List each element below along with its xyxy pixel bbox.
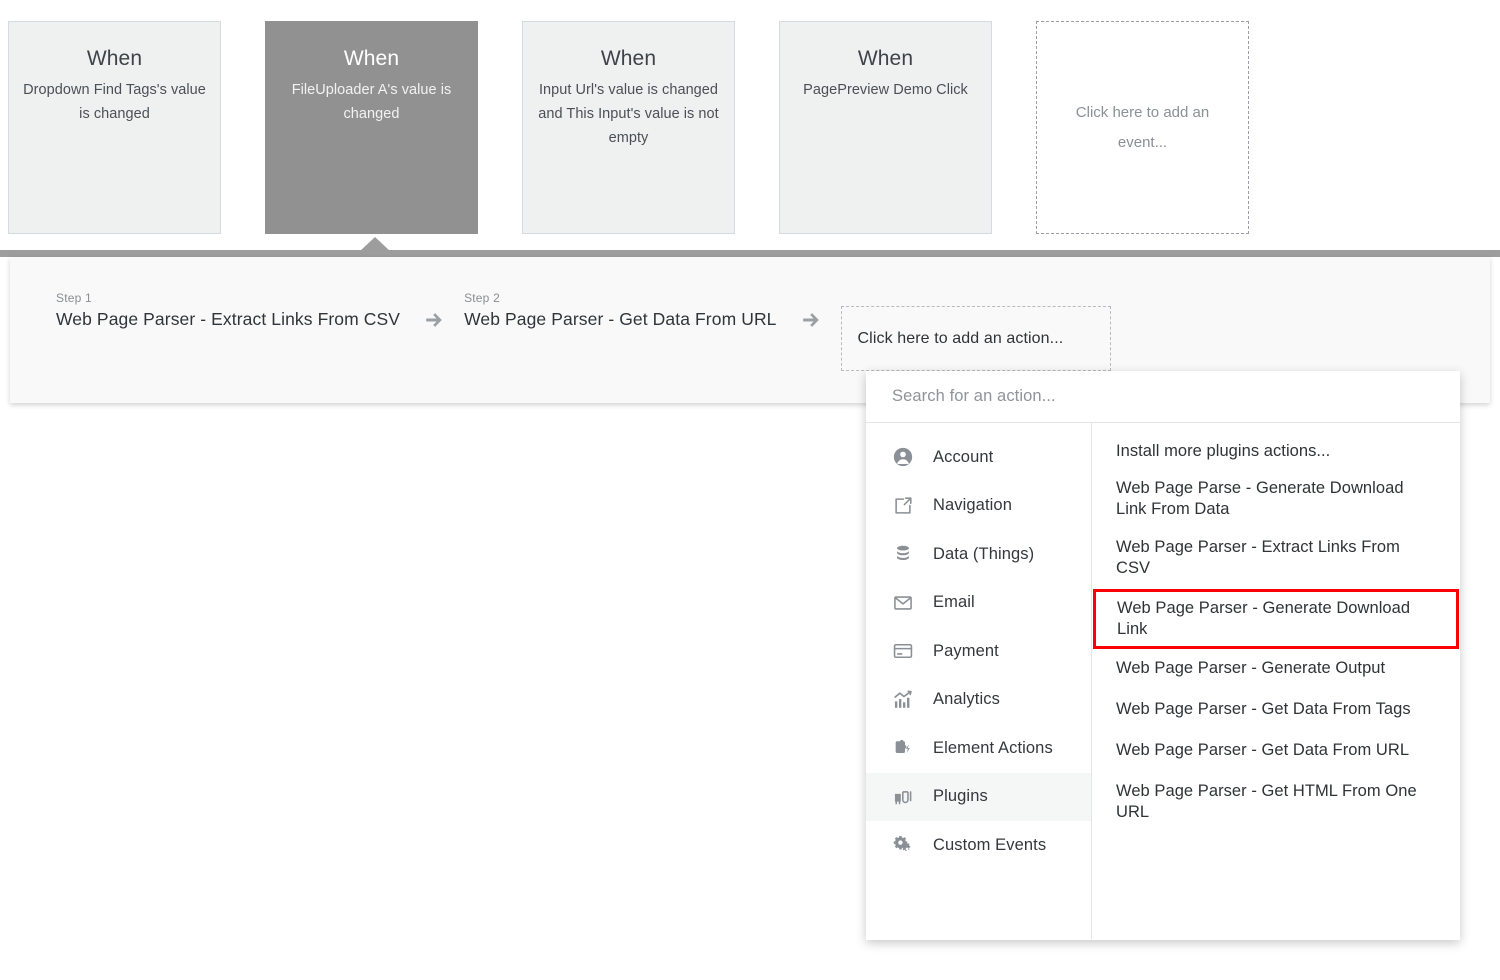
category-item-label: Navigation bbox=[933, 496, 1012, 515]
action-item[interactable]: Web Page Parser - Generate Output bbox=[1092, 649, 1460, 690]
workflow-step-2[interactable]: Step 2 Web Page Parser - Get Data From UR… bbox=[464, 290, 782, 332]
category-item-label: Payment bbox=[933, 641, 999, 660]
category-item-label: Element Actions bbox=[933, 738, 1053, 757]
category-item-element-actions[interactable]: Element Actions bbox=[866, 724, 1091, 773]
category-item-analytics[interactable]: Analytics bbox=[866, 676, 1091, 725]
event-card-2[interactable]: When FileUploader A's value is changed bbox=[265, 21, 478, 234]
action-item[interactable]: Web Page Parser - Extract Links From CSV bbox=[1092, 533, 1460, 589]
action-item-highlighted[interactable]: Web Page Parser - Generate Download Link bbox=[1093, 589, 1459, 649]
plugins-icon bbox=[891, 785, 915, 809]
action-item-label: Web Page Parser - Extract Links From CSV bbox=[1116, 538, 1400, 577]
workflow-step-label: Step 1 bbox=[56, 291, 92, 305]
event-card-1[interactable]: When Dropdown Find Tags's value is change… bbox=[8, 21, 221, 234]
category-item-label: Account bbox=[933, 447, 994, 466]
event-card-title: When bbox=[600, 47, 657, 70]
category-item-data-things[interactable]: Data (Things) bbox=[866, 530, 1091, 579]
email-icon bbox=[891, 591, 915, 615]
workflow-step-1[interactable]: Step 1 Web Page Parser - Extract Links Fr… bbox=[56, 290, 406, 332]
workflow-step-title: Web Page Parser - Get Data From URL bbox=[464, 309, 777, 329]
category-item-label: Analytics bbox=[933, 690, 1000, 709]
event-card-title: When bbox=[857, 47, 914, 70]
custom-events-icon bbox=[891, 833, 915, 857]
action-item[interactable]: Web Page Parser - Get HTML From One URL bbox=[1092, 772, 1460, 834]
category-item-navigation[interactable]: Navigation bbox=[866, 482, 1091, 531]
workflow-step-label: Step 2 bbox=[464, 291, 500, 305]
workflow-steps-strip: Step 1 Web Page Parser - Extract Links Fr… bbox=[56, 290, 1111, 371]
action-item[interactable]: Web Page Parser - Get Data From URL bbox=[1092, 731, 1460, 772]
category-item-label: Email bbox=[933, 593, 975, 612]
account-icon bbox=[891, 445, 915, 469]
navigation-icon bbox=[891, 494, 915, 518]
action-search-input[interactable] bbox=[890, 386, 1436, 407]
category-item-payment[interactable]: Payment bbox=[866, 627, 1091, 676]
action-picker-body: Account Navigation Data (Things) Email Payme… bbox=[866, 423, 1460, 939]
action-results-list: Install more plugins actions... Web Page … bbox=[1092, 423, 1460, 939]
event-card-title: When bbox=[343, 47, 400, 70]
action-search-row bbox=[866, 371, 1460, 423]
category-item-account[interactable]: Account bbox=[866, 433, 1091, 482]
payment-card-icon bbox=[891, 639, 915, 663]
event-card-description: FileUploader A's value is changed bbox=[291, 82, 452, 122]
element-actions-icon bbox=[891, 736, 915, 760]
action-item-label: Web Page Parser - Get Data From URL bbox=[1116, 741, 1410, 759]
arrow-right-icon bbox=[423, 309, 445, 331]
action-category-list: Account Navigation Data (Things) Email Payme… bbox=[866, 423, 1092, 939]
add-action-placeholder-text: Click here to add an action... bbox=[857, 329, 1064, 347]
event-card-3[interactable]: When Input Url's value is changed and Thi… bbox=[522, 21, 735, 234]
category-item-label: Custom Events bbox=[933, 835, 1047, 854]
event-card-4[interactable]: When PagePreview Demo Click bbox=[779, 21, 992, 234]
add-action-placeholder[interactable]: Click here to add an action... bbox=[840, 306, 1111, 371]
category-item-label: Plugins bbox=[933, 787, 988, 806]
database-icon bbox=[891, 542, 915, 566]
category-item-custom-events[interactable]: Custom Events bbox=[866, 821, 1091, 870]
action-item[interactable]: Install more plugins actions... bbox=[1092, 437, 1460, 474]
add-event-placeholder-text: Click here to add an event... bbox=[1075, 103, 1210, 151]
action-item-label: Web Page Parser - Generate Download Link bbox=[1117, 599, 1411, 638]
event-cards-row: When Dropdown Find Tags's value is change… bbox=[0, 0, 1500, 256]
selected-event-pointer bbox=[360, 237, 390, 251]
action-item-label: Web Page Parser - Get Data From Tags bbox=[1116, 700, 1411, 718]
action-item-label: Install more plugins actions... bbox=[1116, 442, 1331, 460]
event-card-description: Input Url's value is changed and This In… bbox=[538, 82, 719, 146]
workflow-step-title: Web Page Parser - Extract Links From CSV bbox=[56, 309, 401, 329]
action-item[interactable]: Web Page Parse - Generate Download Link … bbox=[1092, 474, 1460, 533]
action-item[interactable]: Web Page Parser - Get Data From Tags bbox=[1092, 690, 1460, 731]
action-item-label: Web Page Parse - Generate Download Link … bbox=[1116, 479, 1404, 518]
add-event-placeholder-card[interactable]: Click here to add an event... bbox=[1036, 21, 1249, 234]
event-card-description: Dropdown Find Tags's value is changed bbox=[23, 82, 206, 122]
action-picker-dropdown: Account Navigation Data (Things) Email Payme… bbox=[866, 371, 1460, 940]
event-card-title: When bbox=[86, 47, 143, 70]
event-card-description: PagePreview Demo Click bbox=[803, 82, 968, 98]
arrow-right-icon bbox=[800, 309, 822, 331]
action-item-label: Web Page Parser - Generate Output bbox=[1116, 659, 1386, 677]
action-item-label: Web Page Parser - Get HTML From One URL bbox=[1116, 782, 1417, 821]
category-item-email[interactable]: Email bbox=[866, 579, 1091, 628]
workflow-separator-bar bbox=[0, 250, 1500, 257]
category-item-label: Data (Things) bbox=[933, 544, 1035, 563]
analytics-chart-icon bbox=[891, 688, 915, 712]
category-item-plugins[interactable]: Plugins bbox=[866, 772, 1091, 821]
